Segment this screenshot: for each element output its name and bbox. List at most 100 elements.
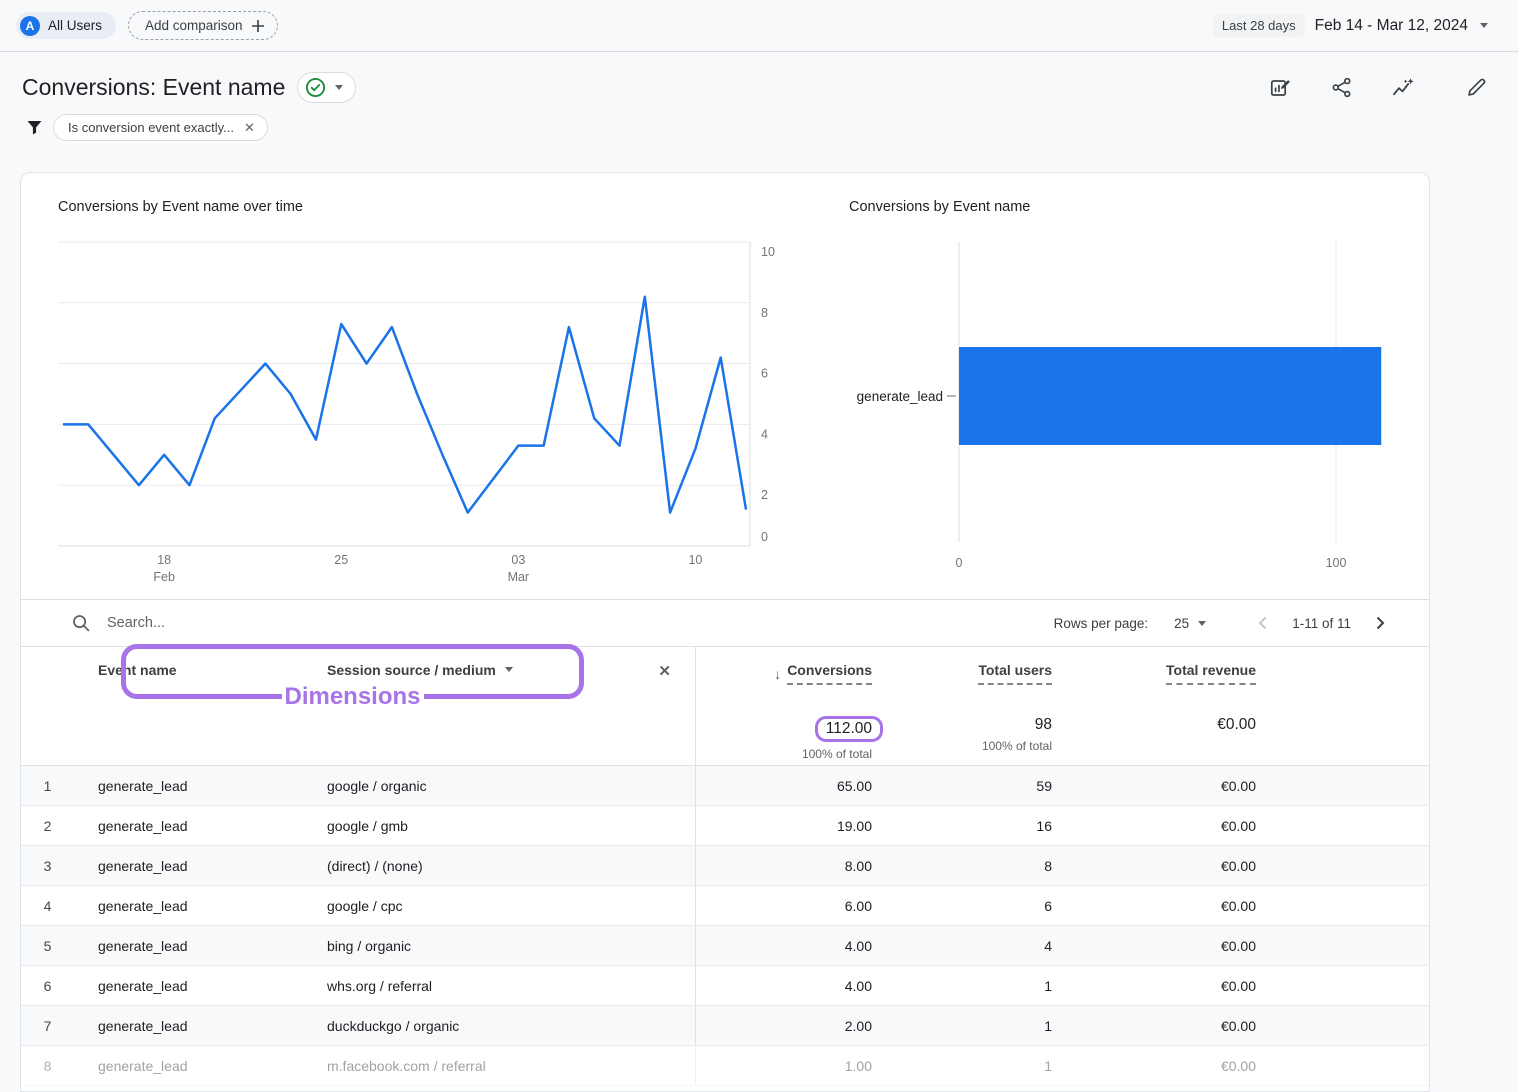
event-name-column-header[interactable]: Event name (74, 647, 304, 765)
source-medium-cell: duckduckgo / organic (304, 1018, 574, 1034)
charts-region: Conversions by Event name over time 0246… (21, 173, 1429, 599)
all-users-segment[interactable]: A All Users (16, 12, 116, 39)
source-medium-cell: google / cpc (304, 898, 574, 914)
svg-text:25: 25 (334, 553, 348, 567)
event-name-cell: generate_lead (74, 778, 304, 794)
table-row: 8 generate_lead m.facebook.com / referra… (21, 1046, 1429, 1086)
source-medium-cell: whs.org / referral (304, 978, 574, 994)
share-icon (1330, 76, 1353, 99)
all-users-label: All Users (48, 18, 102, 33)
svg-text:6: 6 (761, 367, 768, 381)
total-users-total: 98 (1035, 716, 1052, 734)
conversions-column-header[interactable]: ↓ Conversions 112.00 100% of total (695, 647, 872, 765)
event-name-cell: generate_lead (74, 898, 304, 914)
svg-text:03: 03 (511, 553, 525, 567)
total-users-cell: 1 (872, 978, 1052, 994)
report-header: Conversions: Event name (0, 72, 1518, 103)
conversions-by-event-chart: 0100generate_lead (849, 237, 1429, 587)
event-name-cell: generate_lead (74, 1018, 304, 1034)
add-comparison-button[interactable]: Add comparison (128, 11, 278, 40)
filter-chip[interactable]: Is conversion event exactly... ✕ (53, 114, 268, 141)
row-index: 8 (21, 1058, 74, 1074)
edit-pencil-icon (1465, 76, 1488, 99)
svg-text:8: 8 (761, 306, 768, 320)
event-name-cell: generate_lead (74, 938, 304, 954)
share-report-button[interactable] (1328, 74, 1355, 101)
customize-report-button[interactable] (1266, 74, 1294, 102)
filter-bar: Is conversion event exactly... ✕ (0, 114, 1518, 141)
total-revenue-cell: €0.00 (1052, 938, 1256, 954)
rows-per-page-select[interactable]: 25 (1174, 616, 1206, 631)
conversions-cell: 4.00 (695, 926, 872, 965)
source-medium-cell: m.facebook.com / referral (304, 1058, 574, 1074)
pagination: 1-11 of 11 (1254, 614, 1389, 632)
total-users-column-header[interactable]: Total users 98 100% of total (872, 647, 1052, 765)
conversions-cell: 8.00 (695, 846, 872, 885)
svg-text:18: 18 (157, 553, 171, 567)
total-revenue-cell: €0.00 (1052, 818, 1256, 834)
bar-chart-block: Conversions by Event name 0100generate_l… (849, 199, 1429, 592)
filter-close-icon[interactable]: ✕ (244, 120, 255, 136)
check-circle-icon (305, 77, 326, 98)
total-revenue-cell: €0.00 (1052, 898, 1256, 914)
conversion-status-badge[interactable] (297, 72, 356, 103)
search-input[interactable] (107, 615, 427, 631)
filter-funnel-icon (24, 117, 45, 138)
event-name-cell: generate_lead (74, 978, 304, 994)
remove-dimension-close-icon[interactable]: ✕ (658, 663, 671, 680)
row-index: 2 (21, 818, 74, 834)
insights-button[interactable] (1389, 74, 1417, 102)
search-icon (71, 613, 91, 633)
secondary-dimension-select[interactable]: Session source / medium (304, 647, 574, 765)
rows-per-page-label: Rows per page: (1054, 616, 1149, 631)
conversions-cell: 19.00 (695, 806, 872, 845)
table-row: 2 generate_lead google / gmb 19.00 16 €0… (21, 806, 1429, 846)
page-previous-button[interactable] (1254, 614, 1272, 632)
event-name-cell: generate_lead (74, 1058, 304, 1074)
chevron-down-icon (1198, 621, 1206, 626)
table-row: 7 generate_lead duckduckgo / organic 2.0… (21, 1006, 1429, 1046)
svg-text:10: 10 (761, 245, 775, 259)
pagination-range: 1-11 of 11 (1292, 616, 1351, 631)
svg-text:100: 100 (1326, 556, 1347, 570)
total-users-cell: 1 (872, 1018, 1052, 1034)
svg-text:Mar: Mar (508, 570, 530, 584)
conversions-cell: 2.00 (695, 1006, 872, 1045)
total-revenue-header-label: Total revenue (1166, 662, 1256, 685)
date-preset-chip[interactable]: Last 28 days (1213, 14, 1305, 37)
total-revenue-cell: €0.00 (1052, 1058, 1256, 1074)
total-users-cell: 1 (872, 1058, 1052, 1074)
chevron-down-icon (1480, 23, 1488, 28)
secondary-dimension-label: Session source / medium (327, 662, 496, 678)
svg-text:Feb: Feb (153, 570, 175, 584)
edit-report-button[interactable] (1463, 74, 1490, 101)
index-column-header (21, 647, 74, 765)
page-next-button[interactable] (1371, 614, 1389, 632)
table-toolbar: Rows per page: 25 1-11 of 11 (21, 599, 1429, 647)
conversions-header-label: Conversions (787, 662, 872, 685)
filter-chip-label: Is conversion event exactly... (68, 120, 234, 135)
conversions-cell: 4.00 (695, 966, 872, 1005)
total-users-header-label: Total users (978, 662, 1052, 685)
event-name-cell: generate_lead (74, 858, 304, 874)
table-row: 1 generate_lead google / organic 65.00 5… (21, 766, 1429, 806)
sort-desc-icon: ↓ (774, 666, 781, 682)
date-range-picker[interactable]: Feb 14 - Mar 12, 2024 (1315, 17, 1488, 35)
total-revenue-column-header[interactable]: Total revenue €0.00 (1052, 647, 1256, 765)
total-revenue-cell: €0.00 (1052, 858, 1256, 874)
conversions-cell: 6.00 (695, 886, 872, 925)
table-row: 3 generate_lead (direct) / (none) 8.00 8… (21, 846, 1429, 886)
row-index: 1 (21, 778, 74, 794)
chevron-down-icon (335, 85, 343, 90)
report-card: Conversions by Event name over time 0246… (20, 172, 1430, 1092)
conversions-cell: 1.00 (695, 1046, 872, 1085)
event-name-cell: generate_lead (74, 818, 304, 834)
row-index: 6 (21, 978, 74, 994)
conversions-total-sub: 100% of total (802, 747, 872, 761)
total-revenue-cell: €0.00 (1052, 1018, 1256, 1034)
chevron-right-icon (1371, 614, 1389, 632)
svg-text:generate_lead: generate_lead (857, 389, 943, 404)
add-comparison-label: Add comparison (145, 18, 243, 33)
source-medium-cell: google / organic (304, 778, 574, 794)
page-title: Conversions: Event name (22, 74, 285, 101)
